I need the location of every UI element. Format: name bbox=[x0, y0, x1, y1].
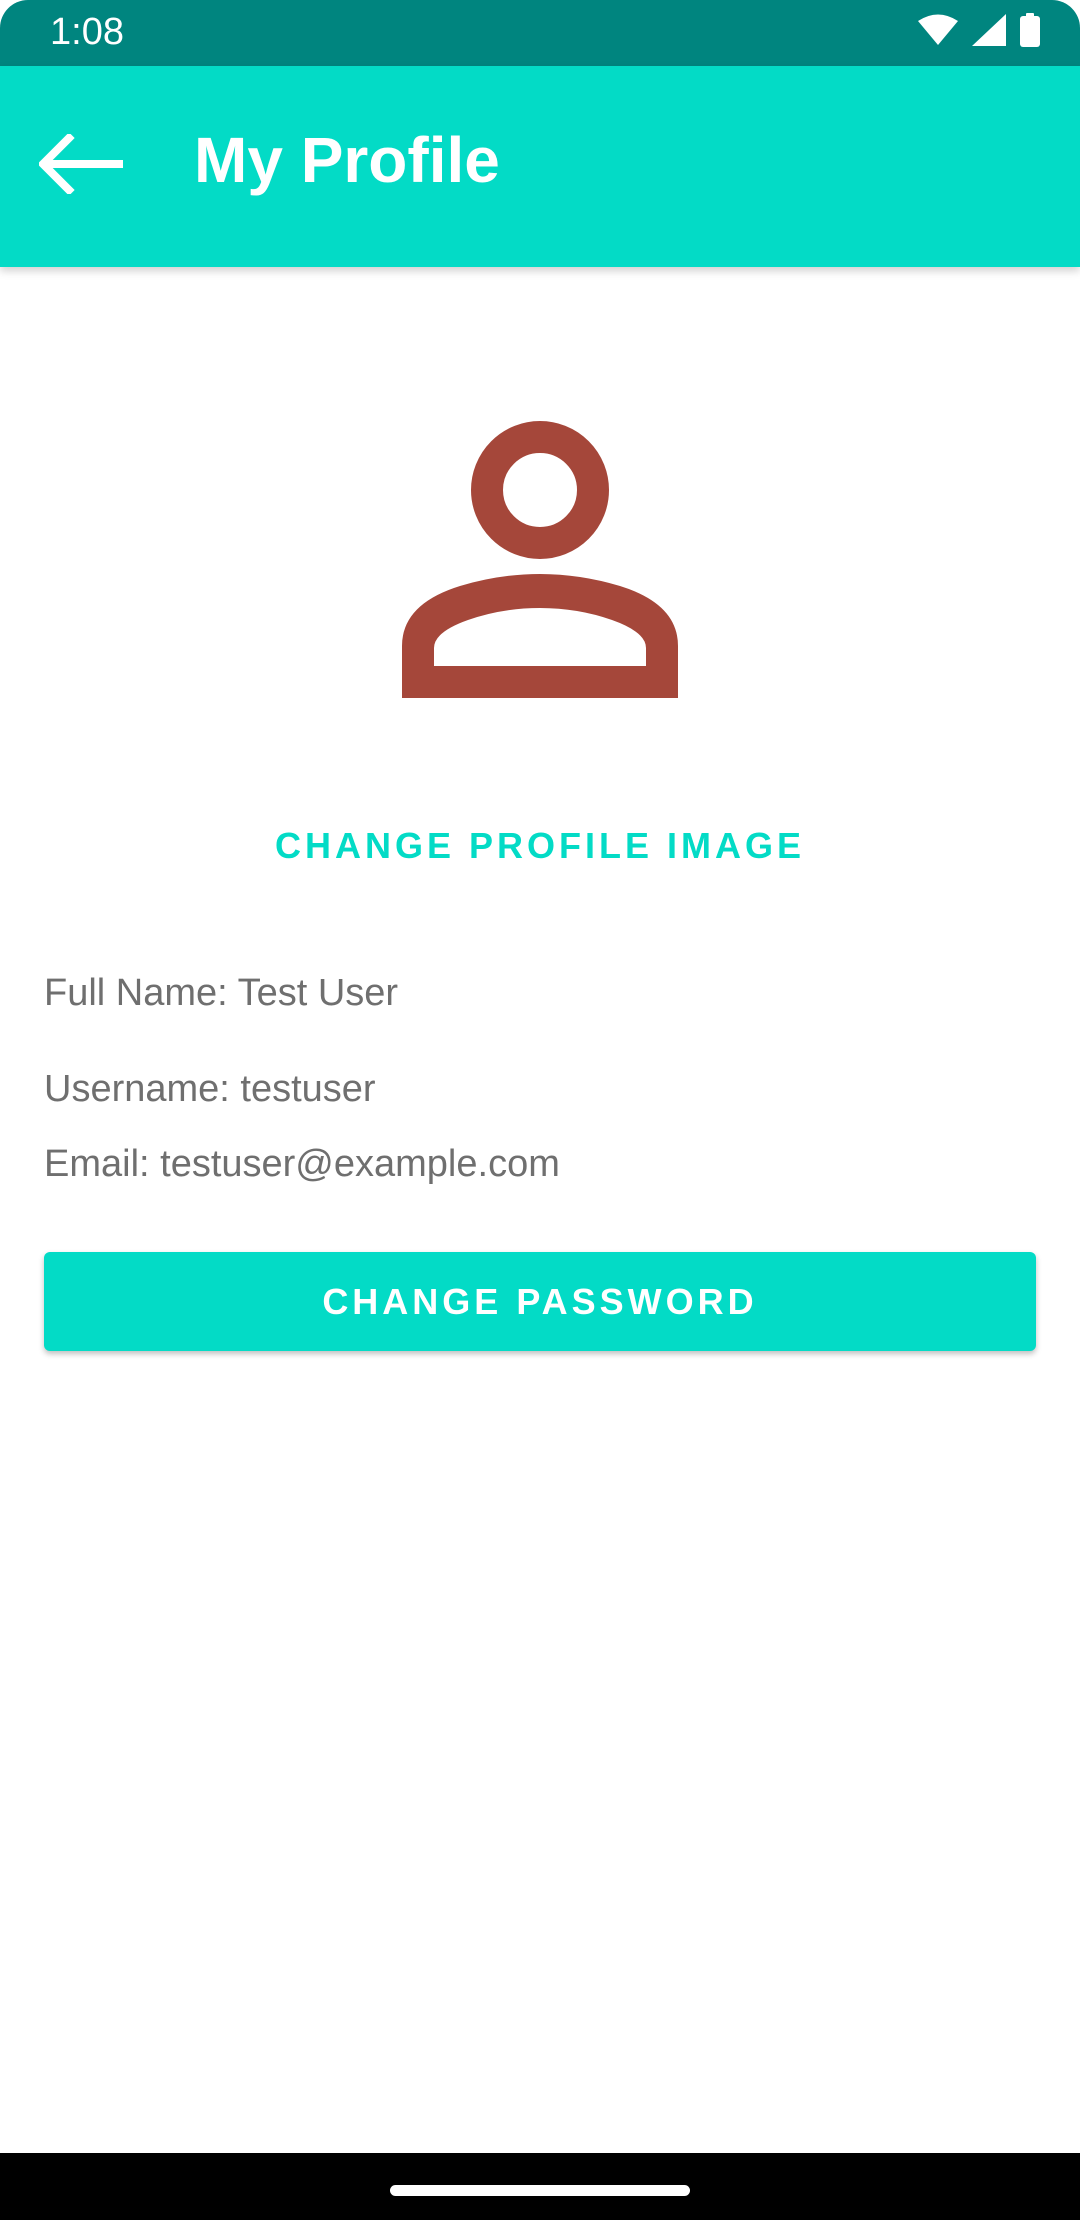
change-profile-image-button[interactable]: CHANGE PROFILE IMAGE bbox=[0, 825, 1080, 867]
app-bar: My Profile bbox=[0, 66, 1080, 267]
back-arrow-icon bbox=[37, 131, 125, 199]
change-password-button[interactable]: CHANGE PASSWORD bbox=[44, 1252, 1036, 1351]
full-name-text: Full Name: Test User bbox=[44, 972, 399, 1014]
back-button[interactable] bbox=[30, 114, 134, 218]
status-bar: 1:08 bbox=[0, 0, 1080, 66]
wifi-icon bbox=[918, 14, 958, 51]
home-gesture-handle[interactable] bbox=[390, 2185, 690, 2196]
status-icons bbox=[918, 12, 1040, 52]
username-text: Username: testuser bbox=[44, 1068, 376, 1110]
status-time: 1:08 bbox=[50, 11, 124, 53]
email-text: Email: testuser@example.com bbox=[44, 1143, 560, 1185]
page-title: My Profile bbox=[194, 124, 500, 196]
signal-icon bbox=[972, 13, 1006, 51]
avatar bbox=[400, 420, 680, 700]
battery-icon bbox=[1020, 12, 1040, 52]
navigation-bar bbox=[0, 2153, 1080, 2220]
person-icon bbox=[400, 421, 680, 704]
profile-screen: 1:08 My Profile CHANGE PROFILE IMAGE Ful… bbox=[0, 0, 1080, 2220]
